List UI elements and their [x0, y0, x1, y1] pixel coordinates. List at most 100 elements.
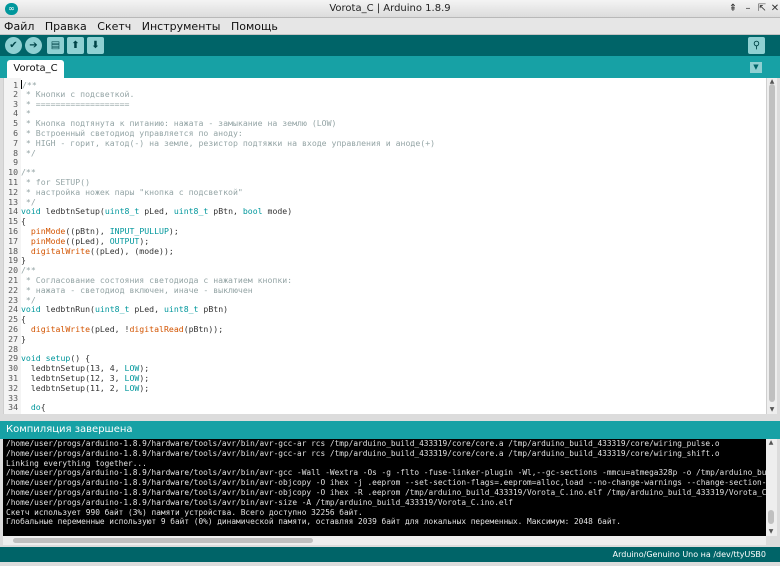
console-hscroll-thumb[interactable]	[13, 538, 313, 543]
console-line: /home/user/progs/arduino-1.8.9/hardware/…	[6, 478, 766, 488]
code-line[interactable]: 32 ledbtnSetup(11, 2, LOW);	[4, 382, 766, 394]
window-titlebar: ∞ Vorota_C | Arduino 1.8.9 ⇞ – ⇱ ✕	[0, 0, 780, 18]
code-token: {	[21, 314, 26, 325]
code-token: uint8_t	[173, 206, 209, 217]
menu-file[interactable]: Файл	[0, 18, 37, 35]
tab-vorota-c[interactable]: Vorota_C	[7, 60, 64, 78]
code-token: LOW	[124, 372, 140, 383]
verify-button[interactable]: ✔	[5, 37, 22, 54]
code-line[interactable]: 10/**	[4, 167, 766, 178]
console-line: /home/user/progs/arduino-1.8.9/hardware/…	[6, 448, 720, 458]
code-token: pLed,	[129, 304, 164, 315]
code-token: uint8_t	[104, 206, 140, 217]
code-line[interactable]: 24 void ledbtnRun(uint8_t pLed, uint8_t p…	[4, 304, 766, 315]
code-line[interactable]: 7 * HIGH - горит, катод(-) на земле, рез…	[4, 137, 766, 149]
console-line: Глобальные переменные используют 9 байт …	[6, 517, 621, 527]
code-token: ledbtnSetup(	[40, 206, 105, 217]
code-line[interactable]: 26 digitalWrite(pLed, !digitalRead(pBtn)…	[4, 323, 766, 335]
save-sketch-button[interactable]: ⬇	[87, 37, 104, 54]
code-token: digitalWrite	[30, 323, 91, 334]
code-token: ledbtnRun(	[40, 304, 95, 315]
code-token: bool	[242, 206, 263, 217]
code-line[interactable]: 9	[4, 158, 766, 168]
code-token: mode)	[262, 206, 293, 217]
code-token: pLed,	[139, 206, 174, 217]
console-line: Linking everything together...	[6, 458, 147, 468]
code-editor[interactable]: 1/** 2 * Кнопки с подсветкой. 3 * ========…	[3, 78, 766, 414]
code-token: digitalWrite	[30, 245, 91, 256]
code-line[interactable]: 3 * ===================	[4, 99, 766, 110]
code-token: void	[21, 206, 41, 217]
maximize-icon[interactable]: ⇱	[755, 0, 769, 18]
console-line: /home/user/progs/arduino-1.8.9/hardware/…	[6, 468, 766, 478]
console-horizontal-scrollbar[interactable]	[3, 536, 766, 545]
code-token: void	[21, 304, 41, 315]
code-token: () {	[70, 353, 91, 364]
code-line[interactable]: 14 void ledbtnSetup(uint8_t pLed, uint8_t…	[4, 206, 766, 217]
code-token: ((pLed),	[65, 235, 110, 246]
code-token: ((pLed), (mode));	[90, 245, 174, 256]
keep-above-icon[interactable]: ⇞	[726, 0, 740, 18]
code-token: pinMode	[30, 235, 66, 246]
console-output[interactable]: /home/user/progs/arduino-1.8.9/hardware/…	[3, 439, 766, 536]
open-sketch-button[interactable]: ⬆	[67, 37, 84, 54]
close-icon[interactable]: ✕	[768, 0, 780, 18]
console-line: /home/user/progs/arduino-1.8.9/hardware/…	[6, 487, 766, 497]
code-content[interactable]: 1/** 2 * Кнопки с подсветкой. 3 * ========…	[4, 80, 766, 413]
console-scrollbar-thumb[interactable]	[768, 510, 774, 524]
editor-scrollbar[interactable]: ▲ ▼	[766, 78, 777, 414]
code-line[interactable]: 33	[4, 393, 766, 404]
code-token: ledbtnSetup(11, 2,	[21, 382, 125, 393]
code-token: );	[139, 372, 150, 383]
code-token: * Встроенный светодиод управляется по ан…	[21, 127, 243, 138]
code-token: );	[139, 382, 150, 393]
code-token: /**	[21, 265, 36, 276]
menu-tools[interactable]: Инструменты	[138, 18, 224, 35]
tab-menu-chevron-down-icon[interactable]: ▼	[750, 62, 762, 73]
code-line[interactable]: 28	[4, 344, 766, 355]
code-line[interactable]: 34 do{	[4, 402, 766, 413]
code-token: */	[21, 147, 36, 158]
code-token: uint8_t	[94, 304, 130, 315]
menu-help[interactable]: Помощь	[227, 18, 281, 35]
code-token: );	[168, 225, 179, 236]
console-scroll-down-icon[interactable]: ▼	[766, 528, 776, 536]
minimize-icon[interactable]: –	[741, 0, 755, 18]
code-line[interactable]: 12 * настройка ножек пары "кнопка с подс…	[4, 187, 766, 198]
window-title: Vorota_C | Arduino 1.8.9	[329, 3, 451, 14]
code-token: * for SETUP()	[21, 176, 91, 187]
code-token: uint8_t	[163, 304, 199, 315]
console-line: Скетч использует 990 байт (3%) памяти ус…	[6, 507, 363, 517]
serial-monitor-button[interactable]: ⚲	[748, 37, 765, 54]
console-line: /home/user/progs/arduino-1.8.9/hardware/…	[6, 439, 720, 448]
upload-button[interactable]: ➔	[25, 37, 42, 54]
console-scroll-up-icon[interactable]: ▲	[766, 439, 776, 447]
code-line[interactable]: 18 digitalWrite((pLed), (mode));	[4, 245, 766, 257]
scroll-down-icon[interactable]: ▼	[767, 406, 777, 414]
menu-sketch[interactable]: Скетч	[93, 18, 134, 35]
code-token: * нажата - светодиод включен, иначе - вы…	[21, 284, 253, 295]
code-token: {	[40, 402, 46, 413]
new-sketch-button[interactable]: ▤	[47, 37, 64, 54]
code-token: setup	[45, 353, 71, 364]
code-token: pBtn,	[208, 206, 243, 217]
code-token: );	[139, 363, 150, 374]
code-token: }	[21, 255, 26, 266]
code-token: ((pBtn),	[65, 225, 110, 236]
editor-scrollbar-thumb[interactable]	[769, 84, 775, 402]
code-line[interactable]: 8 */	[4, 147, 766, 159]
code-token: */	[21, 294, 36, 305]
code-line[interactable]: 27}	[4, 334, 766, 345]
code-token: * HIGH - горит, катод(-) на земле, резис…	[21, 137, 436, 148]
code-line[interactable]: 19}	[4, 255, 766, 266]
code-line[interactable]: 22 * нажата - светодиод включен, иначе -…	[4, 284, 766, 296]
code-token: LOW	[124, 363, 140, 374]
console-scrollbar[interactable]: ▲ ▼	[766, 439, 777, 536]
toolbar: ✔ ➔ ▤ ⬆ ⬇ ⚲	[0, 35, 780, 56]
menu-edit[interactable]: Правка	[41, 18, 90, 35]
board-port-footer: Arduino/Genuino Uno на /dev/ttyUSB0	[0, 547, 780, 562]
